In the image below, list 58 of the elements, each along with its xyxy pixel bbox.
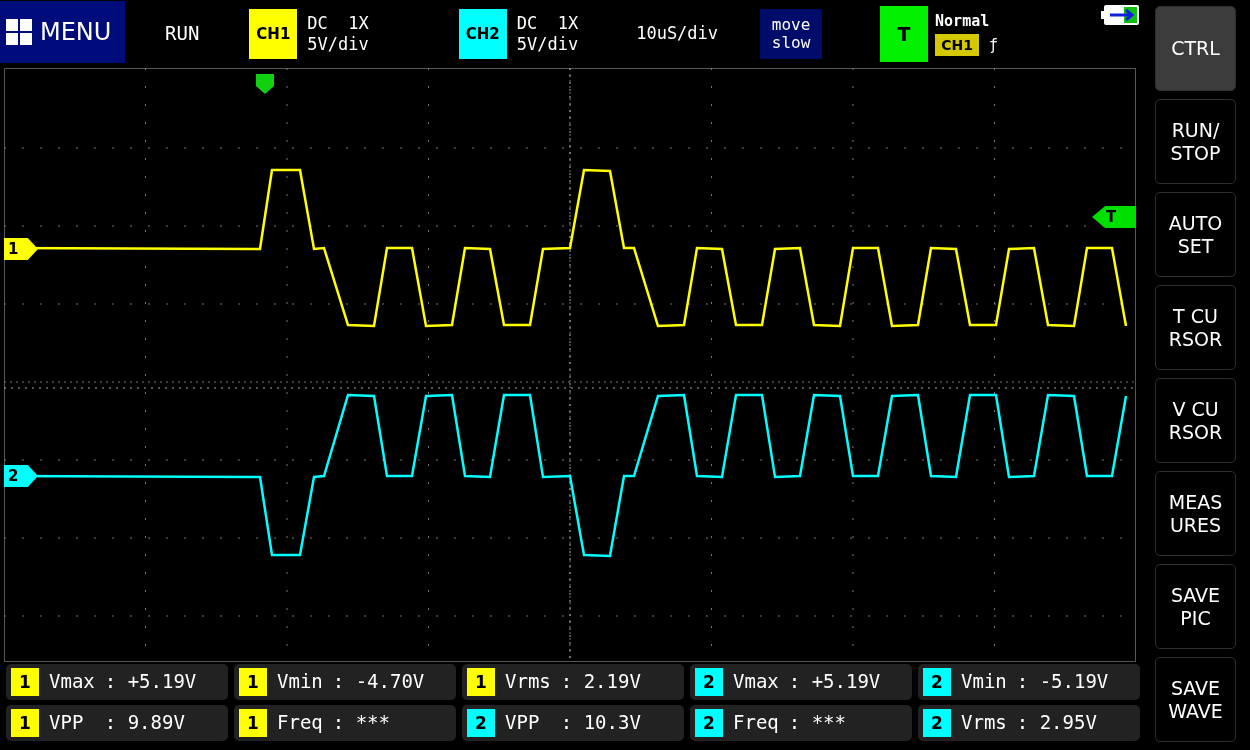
channel-badge: 2: [923, 668, 951, 696]
channel-badge: 2: [695, 709, 723, 737]
coupling-label: DC 1X: [516, 12, 579, 34]
channel-marker: 1: [4, 238, 38, 260]
measurement-name: Vmin: [277, 670, 323, 694]
measurement-value: : 9.89V: [104, 711, 185, 735]
measurement-value: : -5.19V: [1016, 670, 1109, 694]
channel-badge: 2: [923, 709, 951, 737]
channel-badge: 1: [11, 709, 39, 737]
channel-marker: 2: [4, 465, 38, 487]
sidebar-button[interactable]: CTRL: [1155, 6, 1236, 91]
move-speed-button[interactable]: move slow: [760, 9, 823, 59]
measurement-name: Vmin: [961, 670, 1007, 694]
grid-icon: [6, 19, 32, 45]
sidebar-button[interactable]: MEAS URES: [1155, 471, 1236, 556]
measurement-value: : -4.70V: [332, 670, 425, 694]
channel-badge: 1: [239, 709, 267, 737]
trigger-source: CH1: [935, 34, 980, 57]
channel-badge: CH2: [458, 9, 507, 59]
sidebar-button[interactable]: V CU RSOR: [1155, 378, 1236, 463]
menu-button[interactable]: MENU: [0, 1, 125, 63]
trigger-mode: Normal: [935, 11, 991, 31]
trigger-position-icon: [256, 74, 274, 94]
measurement-value: : +5.19V: [104, 670, 197, 694]
channel-badge: 1: [239, 668, 267, 696]
measurement-name: VPP: [49, 711, 85, 735]
measurement-value: : +5.19V: [788, 670, 881, 694]
measurement-value: : 2.19V: [560, 670, 641, 694]
scale-label: 5V/div: [307, 34, 369, 56]
channel-badge: 2: [695, 668, 723, 696]
channel-badge: CH1: [249, 9, 298, 59]
edge-symbol: ƒ: [989, 36, 999, 55]
measurement-name: Vrms: [505, 670, 551, 694]
battery-icon: [1101, 5, 1139, 25]
measurement-name: Freq: [733, 711, 779, 735]
sidebar-button[interactable]: SAVE PIC: [1155, 564, 1236, 649]
measurement-value: : ***: [332, 711, 390, 735]
trigger-badge: T: [880, 6, 929, 62]
measurement-name: Vrms: [961, 711, 1007, 735]
measurement-name: Vmax: [733, 670, 779, 694]
measurement-value: : 10.3V: [560, 711, 641, 735]
timebase-label: 10uS/div: [636, 23, 719, 45]
channel-badge: 1: [467, 668, 495, 696]
sidebar-button[interactable]: SAVE WAVE: [1155, 657, 1236, 742]
sidebar-button[interactable]: RUN/ STOP: [1155, 99, 1236, 184]
measurement-value: : 2.95V: [1016, 711, 1097, 735]
channel-marker: T: [1092, 206, 1136, 228]
sidebar-button[interactable]: T CU RSOR: [1155, 285, 1236, 370]
measurement-name: Vmax: [49, 670, 95, 694]
measurement-name: Freq: [277, 711, 323, 735]
channel-badge: 1: [11, 668, 39, 696]
scale-label: 5V/div: [516, 34, 579, 56]
measurement-value: : ***: [788, 711, 846, 735]
run-status: RUN: [165, 22, 200, 46]
measurement-name: VPP: [505, 711, 541, 735]
channel-badge: 2: [467, 709, 495, 737]
coupling-label: DC 1X: [307, 12, 369, 34]
sidebar-button[interactable]: AUTO SET: [1155, 192, 1236, 277]
